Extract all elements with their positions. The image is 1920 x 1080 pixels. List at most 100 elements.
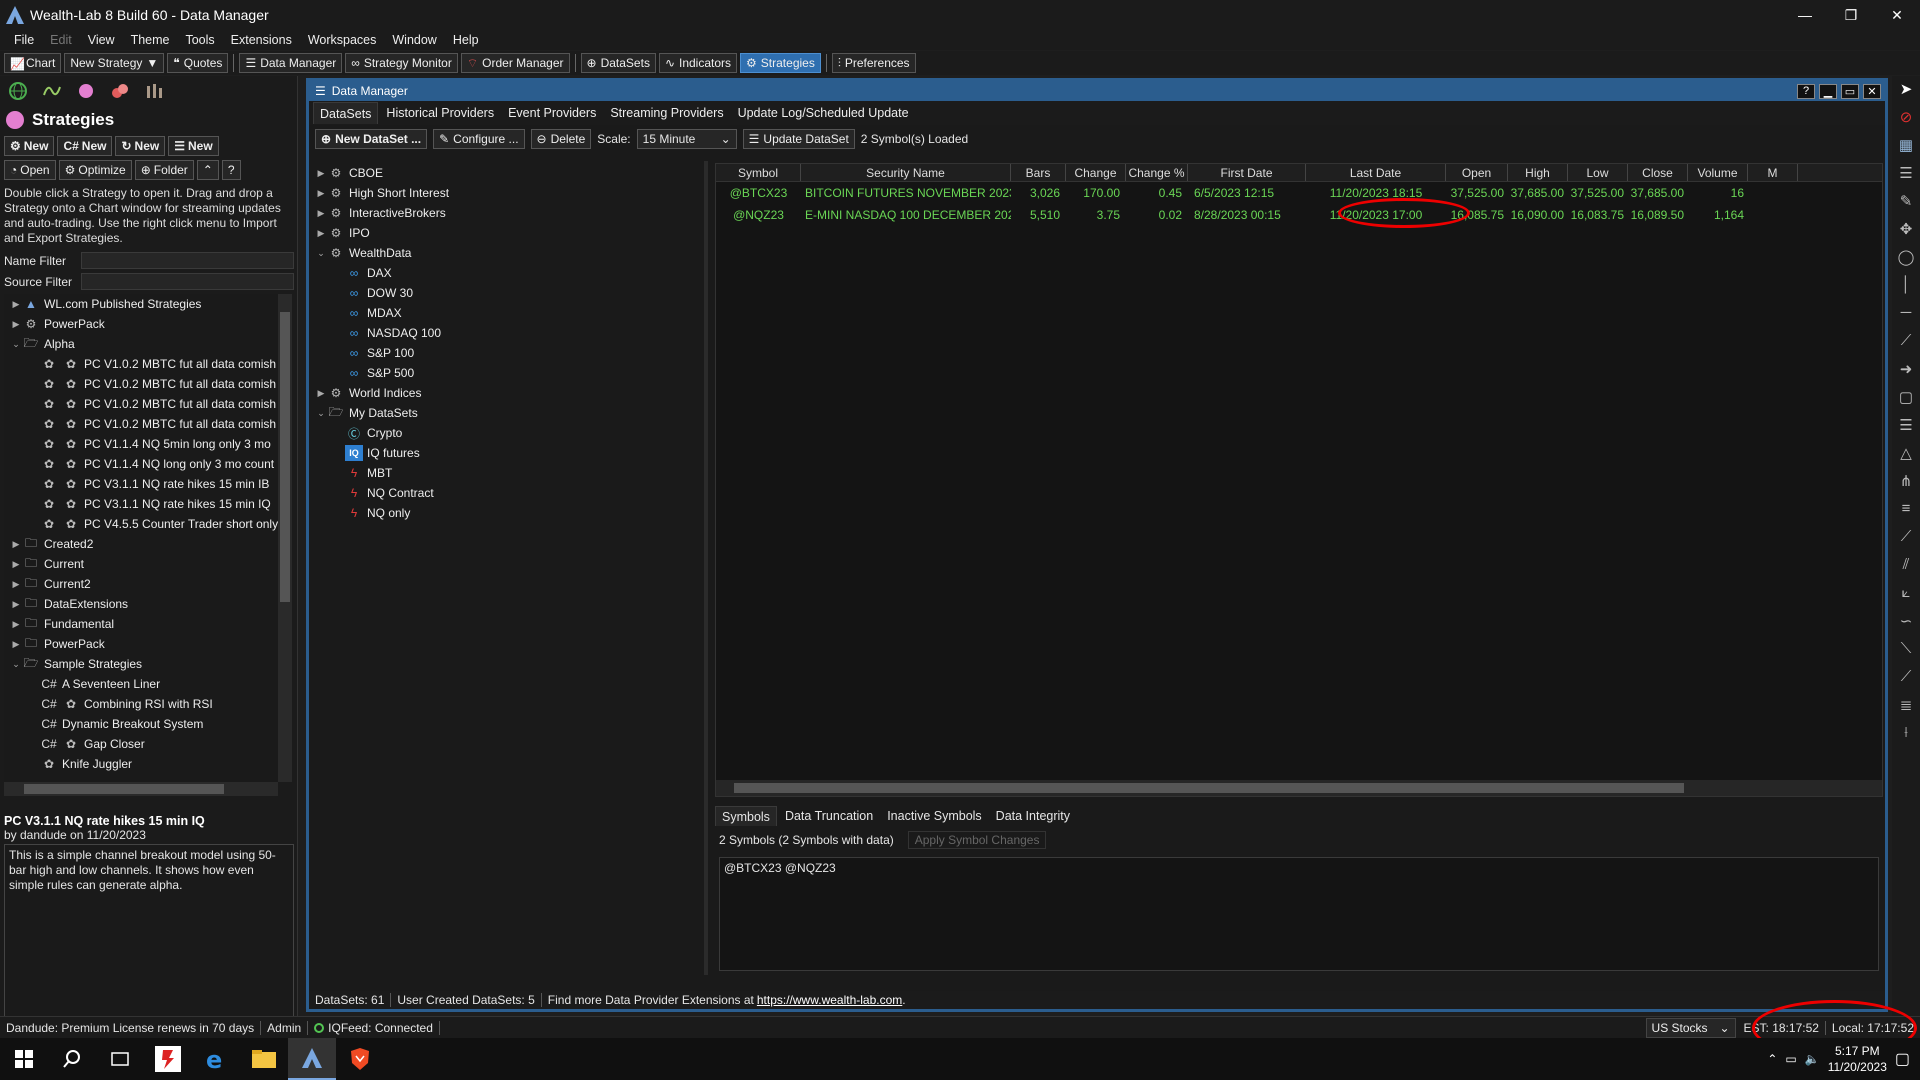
tree-item[interactable]: C# ✿ Gap Closer: [4, 734, 292, 754]
tree-item[interactable]: ▶ 🗀 DataExtensions: [4, 594, 292, 614]
triangle-icon[interactable]: △: [1896, 444, 1916, 464]
data-manager-button[interactable]: ☰ Data Manager: [239, 53, 343, 73]
collapse-button[interactable]: ⌃: [196, 160, 219, 180]
column-header[interactable]: Symbol: [716, 164, 801, 181]
tree-item[interactable]: ϟ MBT: [309, 463, 702, 483]
tree-item[interactable]: C# ✿ Combining RSI with RSI: [4, 694, 292, 714]
internet-explorer-icon[interactable]: e: [192, 1038, 240, 1080]
new-blocks-strategy-button[interactable]: ⚙ New: [4, 136, 55, 156]
quotes-button[interactable]: ❝ Quotes: [167, 53, 229, 73]
menu-help[interactable]: Help: [445, 33, 487, 47]
chevron-down-icon[interactable]: ⌄: [10, 659, 22, 670]
trendline-icon[interactable]: ⟋: [1896, 332, 1916, 352]
tree-item[interactable]: ⌄ 🗁 Sample Strategies: [4, 654, 292, 674]
tree-item[interactable]: ▶ 🗀 Current2: [4, 574, 292, 594]
restore-icon[interactable]: ❐: [1828, 0, 1874, 30]
new-dataset-button[interactable]: ⊕ New DataSet ...: [315, 129, 428, 149]
tab-datasets[interactable]: DataSets: [313, 102, 379, 124]
new-csharp-strategy-button[interactable]: C# New: [57, 136, 113, 156]
tree-item[interactable]: ✿ Knife Juggler: [4, 754, 292, 774]
text-lines-icon[interactable]: ☰: [1896, 416, 1916, 436]
minimize-icon[interactable]: —: [1782, 0, 1828, 30]
tree-item[interactable]: ▶ ⚙ InteractiveBrokers: [309, 203, 702, 223]
datasets-button[interactable]: ⊕ DataSets: [580, 53, 656, 73]
chevron-up-icon[interactable]: ⌃: [1767, 1052, 1777, 1066]
ellipse-icon[interactable]: ◯: [1896, 248, 1916, 268]
tree-item[interactable]: ∞ S&P 100: [309, 343, 702, 363]
tree-item[interactable]: ✿ ✿ PC V3.1.1 NQ rate hikes 15 min IQ: [4, 494, 292, 514]
optimize-button[interactable]: ⚙ Optimize: [58, 160, 132, 180]
brave-browser-icon[interactable]: [336, 1038, 384, 1080]
grid-horizontal-scrollbar[interactable]: [716, 780, 1882, 796]
tree-item[interactable]: ▶ ⚙ CBOE: [309, 163, 702, 183]
tree-item[interactable]: ∞ NASDAQ 100: [309, 323, 702, 343]
tree-item[interactable]: ▶ 🗀 Created2: [4, 534, 292, 554]
chevron-right-icon[interactable]: ▶: [10, 599, 22, 610]
column-header[interactable]: Change: [1066, 164, 1126, 181]
column-header[interactable]: Open: [1446, 164, 1508, 181]
tree-item[interactable]: ⌄ 🗁 My DataSets: [309, 403, 702, 423]
tab-update-log[interactable]: Update Log/Scheduled Update: [732, 102, 915, 124]
wealth-lab-taskbar-icon[interactable]: [288, 1038, 336, 1080]
strategies-icon[interactable]: [76, 81, 96, 101]
brush-icon[interactable]: ✎: [1896, 192, 1916, 212]
horizontal-line-icon[interactable]: ─: [1896, 304, 1916, 324]
globe-icon[interactable]: [8, 81, 28, 101]
tree-item[interactable]: ∞ DOW 30: [309, 283, 702, 303]
vertical-line-icon[interactable]: │: [1896, 276, 1916, 296]
tree-item[interactable]: ϟ NQ Contract: [309, 483, 702, 503]
strategy-tree[interactable]: ▶ ▲ WL.com Published Strategies ▶ ⚙ PowerPack…: [4, 294, 292, 782]
pitchfork-icon[interactable]: ⋔: [1896, 472, 1916, 492]
speed-line-icon[interactable]: ⟋: [1896, 668, 1916, 688]
scale-select[interactable]: 15 Minute ⌄: [636, 129, 737, 149]
chevron-right-icon[interactable]: ▶: [315, 228, 327, 239]
column-header[interactable]: Last Date: [1306, 164, 1446, 181]
menu-workspaces[interactable]: Workspaces: [300, 33, 385, 47]
chevron-down-icon[interactable]: ⌄: [315, 408, 327, 419]
table-row[interactable]: @BTCX23 BITCOIN FUTURES NOVEMBER 2023 3,02…: [716, 182, 1882, 204]
chevron-right-icon[interactable]: ▶: [10, 639, 22, 650]
folder-button[interactable]: ⊕ Folder: [134, 160, 194, 180]
delete-button[interactable]: ⊖ Delete: [530, 129, 592, 149]
strategies-button[interactable]: ⚙ Strategies: [740, 53, 821, 73]
tree-item[interactable]: ▶ 🗀 Current: [4, 554, 292, 574]
close-icon[interactable]: ✕: [1874, 0, 1920, 30]
tree-item[interactable]: IQ IQ futures: [309, 443, 702, 463]
tree-item[interactable]: ⌄ 🗁 Alpha: [4, 334, 292, 354]
chevron-right-icon[interactable]: ▶: [10, 619, 22, 630]
chevron-down-icon[interactable]: ⌄: [315, 248, 327, 259]
column-header[interactable]: High: [1508, 164, 1568, 181]
taskbar-clock[interactable]: 5:17 PM 11/20/2023: [1828, 1043, 1887, 1075]
column-header[interactable]: Low: [1568, 164, 1628, 181]
chevron-right-icon[interactable]: ▶: [10, 559, 22, 570]
channel-icon[interactable]: ⫽: [1896, 556, 1916, 576]
chevron-right-icon[interactable]: ▶: [315, 168, 327, 179]
tree-item[interactable]: ϟ NQ only: [309, 503, 702, 523]
tree-item[interactable]: ∞ DAX: [309, 263, 702, 283]
tree-item[interactable]: ▶ ⚙ PowerPack: [4, 314, 292, 334]
order-manager-button[interactable]: ⌔ Order Manager: [460, 53, 570, 73]
tree-horizontal-scrollbar[interactable]: [4, 782, 278, 796]
tree-item[interactable]: ▶ ⚙ IPO: [309, 223, 702, 243]
panel-splitter[interactable]: [704, 161, 708, 975]
tree-item[interactable]: ✿ ✿ PC V1.1.4 NQ long only 3 mo count: [4, 454, 292, 474]
chevron-right-icon[interactable]: ▶: [10, 299, 22, 310]
windows-start-icon[interactable]: [0, 1038, 48, 1080]
column-header[interactable]: Close: [1628, 164, 1688, 181]
rectangle-icon[interactable]: ▢: [1896, 388, 1916, 408]
tab-inactive-symbols[interactable]: Inactive Symbols: [881, 806, 987, 826]
strategy-gears-icon[interactable]: [110, 81, 130, 101]
chevron-right-icon[interactable]: ▶: [315, 208, 327, 219]
tab-historical-providers[interactable]: Historical Providers: [380, 102, 500, 124]
tab-event-providers[interactable]: Event Providers: [502, 102, 602, 124]
task-view-icon[interactable]: [96, 1038, 144, 1080]
tree-item[interactable]: C# Dynamic Breakout System: [4, 714, 292, 734]
tab-symbols[interactable]: Symbols: [715, 806, 777, 826]
tree-item[interactable]: ▶ ⚙ High Short Interest: [309, 183, 702, 203]
chevron-down-icon[interactable]: ⌄: [10, 339, 22, 350]
new-meta-strategy-button[interactable]: ☰ New: [168, 136, 219, 156]
column-header[interactable]: Change %: [1126, 164, 1188, 181]
stack-icon[interactable]: ☰: [1896, 164, 1916, 184]
cycle-icon[interactable]: ∽: [1896, 612, 1916, 632]
tree-vertical-scrollbar[interactable]: [278, 294, 292, 782]
